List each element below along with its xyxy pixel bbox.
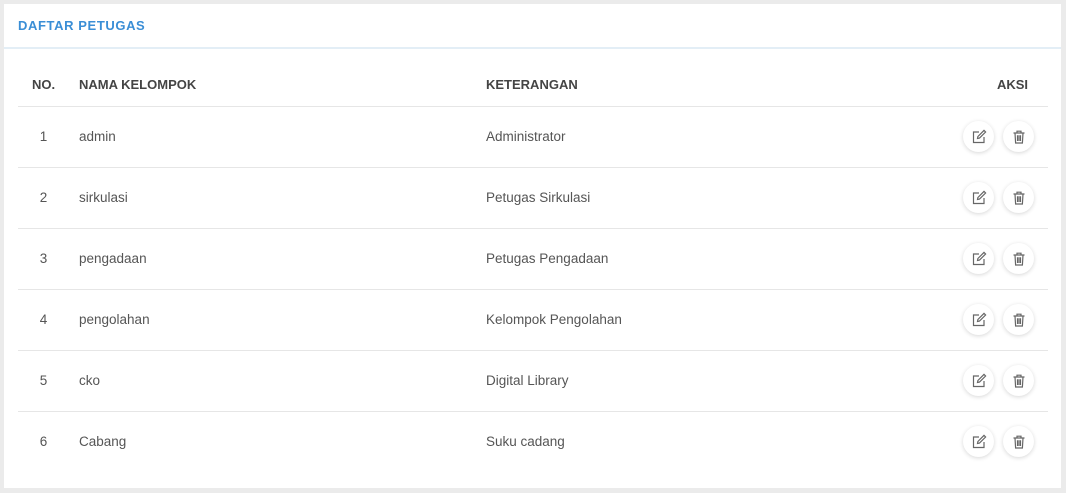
panel-title: DAFTAR PETUGAS — [18, 18, 146, 33]
edit-icon — [972, 434, 986, 448]
edit-button[interactable] — [963, 304, 994, 335]
table-row: 2 sirkulasi Petugas Sirkulasi — [18, 167, 1048, 229]
delete-button[interactable] — [1003, 243, 1034, 274]
row-keterangan: Digital Library — [476, 350, 943, 412]
delete-button[interactable] — [1003, 182, 1034, 213]
column-header-keterangan: KETERANGAN — [476, 63, 943, 107]
edit-button[interactable] — [963, 426, 994, 458]
edit-button[interactable] — [963, 365, 994, 396]
edit-icon — [972, 312, 986, 326]
row-action-group — [943, 426, 1048, 458]
table-row: 4 pengolahan Kelompok Pengolahan — [18, 289, 1048, 351]
row-actions — [943, 228, 1048, 290]
row-number: 1 — [18, 106, 69, 168]
column-header-no: NO. — [18, 63, 69, 107]
row-nama-kelompok: Cabang — [79, 434, 127, 450]
table-header: NO. NAMA KELOMPOK KETERANGAN AKSI — [18, 63, 1048, 107]
table-row: 1 admin Administrator — [18, 106, 1048, 168]
table-row: 6 Cabang Suku cadang — [18, 411, 1048, 472]
trash-icon — [1013, 435, 1024, 449]
trash-icon — [1013, 374, 1024, 388]
trash-icon — [1013, 191, 1024, 205]
table-header-row: NO. NAMA KELOMPOK KETERANGAN AKSI — [18, 63, 1048, 107]
row-keterangan: Kelompok Pengolahan — [476, 289, 943, 351]
daftar-petugas-panel: DAFTAR PETUGAS NO. NAMA KELOMPOK KETERAN… — [4, 4, 1061, 488]
trash-icon — [1013, 252, 1024, 266]
delete-button[interactable] — [1003, 365, 1034, 396]
trash-icon — [1013, 313, 1024, 327]
row-actions — [943, 411, 1048, 472]
column-header-aksi: AKSI — [943, 63, 1048, 107]
row-number: 4 — [18, 289, 69, 351]
row-nama-kelompok: admin — [69, 106, 476, 168]
table-row: 5 cko Digital Library — [18, 350, 1048, 412]
row-number: 3 — [18, 228, 69, 290]
edit-button[interactable] — [963, 182, 994, 213]
row-action-group — [943, 304, 1048, 335]
edit-button[interactable] — [963, 243, 994, 274]
delete-button[interactable] — [1003, 426, 1034, 458]
row-keterangan: Suku cadang — [486, 434, 565, 450]
table-body: 1 admin Administrator 2 sirkulasi Petuga… — [18, 106, 1048, 472]
delete-button[interactable] — [1003, 121, 1034, 152]
row-nama-kelompok: pengadaan — [69, 228, 476, 290]
edit-icon — [972, 190, 986, 204]
row-action-group — [943, 182, 1048, 213]
trash-icon — [1013, 130, 1024, 144]
row-keterangan: Petugas Pengadaan — [476, 228, 943, 290]
delete-button[interactable] — [1003, 304, 1034, 335]
row-number: 2 — [18, 167, 69, 229]
petugas-table: NO. NAMA KELOMPOK KETERANGAN AKSI 1 admi… — [18, 63, 1048, 472]
row-keterangan: Petugas Sirkulasi — [476, 167, 943, 229]
row-actions — [943, 106, 1048, 168]
edit-button[interactable] — [963, 121, 994, 152]
row-number: 6 — [39, 434, 48, 450]
column-header-nama-kelompok: NAMA KELOMPOK — [69, 63, 476, 107]
row-actions — [943, 167, 1048, 229]
edit-icon — [972, 251, 986, 265]
edit-icon — [972, 373, 986, 387]
panel-header: DAFTAR PETUGAS — [4, 4, 1061, 49]
row-number: 5 — [18, 350, 69, 412]
row-action-group — [943, 121, 1048, 152]
row-actions — [943, 350, 1048, 412]
edit-icon — [972, 129, 986, 143]
row-action-group — [943, 243, 1048, 274]
row-actions — [943, 289, 1048, 351]
row-nama-kelompok: sirkulasi — [69, 167, 476, 229]
row-keterangan: Administrator — [476, 106, 943, 168]
table-row: 3 pengadaan Petugas Pengadaan — [18, 228, 1048, 290]
row-nama-kelompok: cko — [69, 350, 476, 412]
row-nama-kelompok: pengolahan — [69, 289, 476, 351]
row-action-group — [943, 365, 1048, 396]
